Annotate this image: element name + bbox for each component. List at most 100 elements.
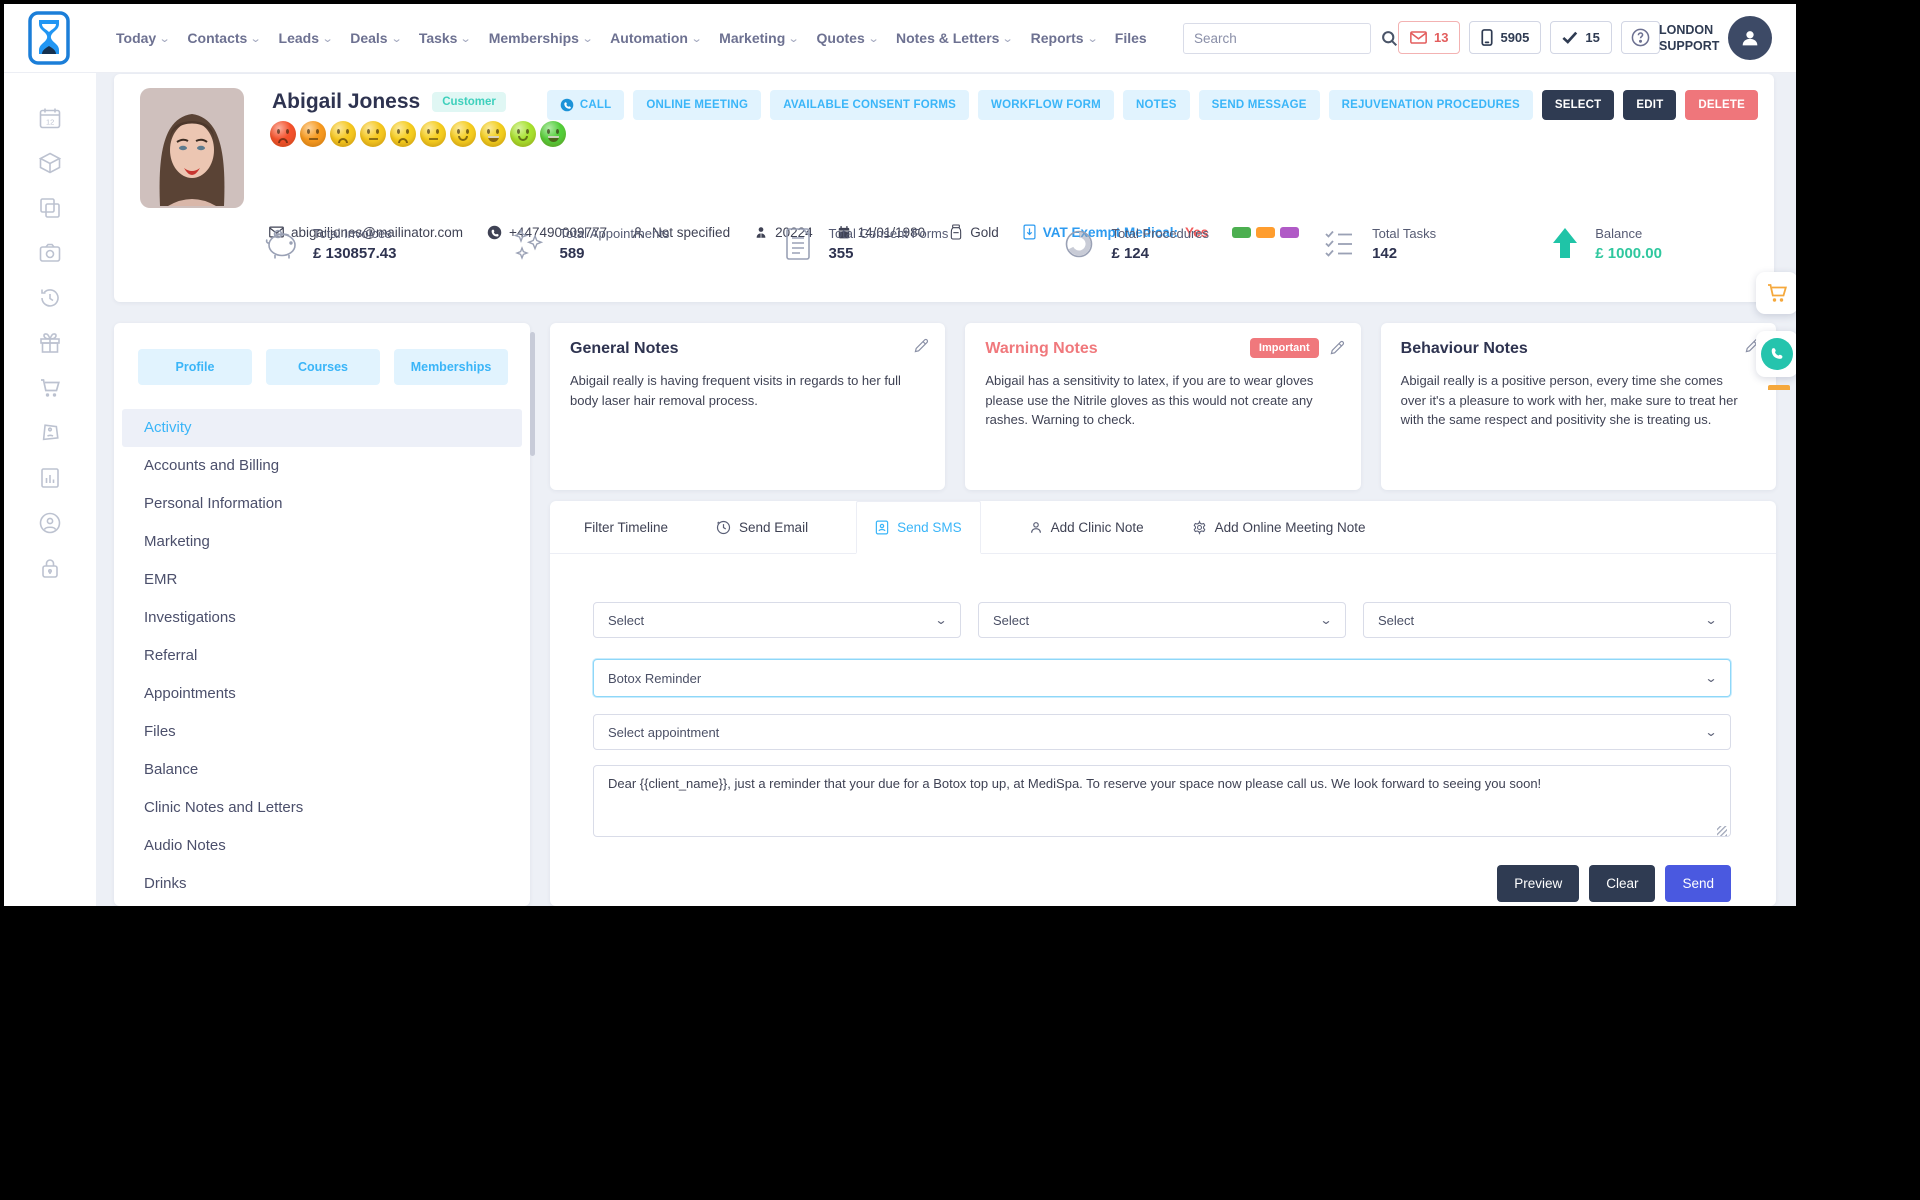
rating-emoji-icon[interactable] (510, 121, 536, 147)
rating-emoji-icon[interactable] (420, 121, 446, 147)
edit-button[interactable]: EDIT (1623, 90, 1676, 120)
menu-item[interactable]: Notes & Letters ⌄ (896, 30, 1013, 46)
select-dropdown[interactable]: Select ⌄ (593, 602, 961, 638)
menu-item[interactable]: Contacts ⌄ (187, 30, 260, 46)
products-cube-icon[interactable] (38, 151, 62, 175)
user-avatar[interactable] (1728, 16, 1772, 60)
profile-section-item[interactable]: Personal Information (122, 485, 522, 523)
menu-item[interactable]: Today ⌄ (116, 30, 169, 46)
panel-tab[interactable]: Memberships (394, 349, 508, 385)
chevron-down-icon: ⌄ (582, 32, 594, 45)
report-chart-icon[interactable] (38, 466, 62, 490)
sms-template-dropdown[interactable]: Botox Reminder ⌄ (593, 659, 1731, 697)
profile-section-item[interactable]: Activity (122, 409, 522, 447)
general-notes-body: Abigail really is having frequent visits… (570, 371, 925, 410)
action-button[interactable]: AVAILABLE CONSENT FORMS (770, 90, 969, 120)
select-dropdown[interactable]: Select ⌄ (1363, 602, 1731, 638)
account-menu[interactable]: LONDON SUPPORT (1659, 16, 1772, 60)
help-button[interactable] (1621, 21, 1660, 54)
phone-badge[interactable]: 5905 (1469, 21, 1541, 54)
profile-section-item[interactable]: Investigations (122, 599, 522, 637)
menu-item[interactable]: Automation ⌄ (610, 30, 701, 46)
cart-icon[interactable] (38, 376, 62, 400)
tab-send-sms[interactable]: Send SMS (856, 501, 981, 554)
search-icon[interactable] (1381, 24, 1398, 53)
menu-item[interactable]: Files ⌄ (1115, 30, 1147, 46)
floating-widget-partial[interactable] (1768, 385, 1790, 390)
chevron-down-icon: ⌄ (691, 32, 703, 45)
profile-section-item[interactable]: Clinic Notes and Letters (122, 789, 522, 827)
sms-message-textarea[interactable]: Dear {{client_name}}, just a reminder th… (593, 765, 1731, 837)
tab-filter-timeline[interactable]: Filter Timeline (584, 501, 668, 553)
action-button[interactable]: REJUVENATION PROCEDURES (1329, 90, 1533, 120)
app-logo-hourglass-icon[interactable] (28, 11, 70, 65)
action-button[interactable]: SEND MESSAGE (1199, 90, 1320, 120)
client-stats-row: Total Invoices£ 130857.43 Total Appointm… (262, 226, 1662, 262)
menu-item[interactable]: Marketing ⌄ (719, 30, 798, 46)
call-button[interactable]: CALL (547, 90, 624, 120)
tab-add-clinic-note[interactable]: Add Clinic Note (1029, 501, 1144, 553)
menu-item[interactable]: Memberships ⌄ (489, 30, 592, 46)
profile-section-item[interactable]: Audio Notes (122, 827, 522, 865)
rating-emoji-icon[interactable] (480, 121, 506, 147)
profile-panel-tabs: Profile Courses Memberships (114, 323, 530, 385)
profile-section-item[interactable]: Marketing (122, 523, 522, 561)
menu-item[interactable]: Tasks ⌄ (419, 30, 471, 46)
rating-emoji-icon[interactable] (330, 121, 356, 147)
panel-tab[interactable]: Profile (138, 349, 252, 385)
copy-layers-icon[interactable] (38, 196, 62, 220)
floating-cart-button[interactable] (1756, 272, 1796, 314)
select-button[interactable]: SELECT (1542, 90, 1615, 120)
rating-emoji-icon[interactable] (390, 121, 416, 147)
panel-scrollbar[interactable] (530, 332, 535, 456)
profile-section-item[interactable]: EMR (122, 561, 522, 599)
rating-emoji-icon[interactable] (450, 121, 476, 147)
action-button[interactable]: NOTES (1123, 90, 1190, 120)
lock-icon[interactable] (38, 556, 62, 580)
rating-emoji-icon[interactable] (360, 121, 386, 147)
photos-icon[interactable] (38, 241, 62, 265)
preview-button[interactable]: Preview (1497, 865, 1579, 902)
send-button[interactable]: Send (1665, 865, 1731, 902)
menu-item[interactable]: Deals ⌄ (350, 30, 401, 46)
action-button[interactable]: ONLINE MEETING (633, 90, 761, 120)
checkmark-icon (1562, 31, 1578, 44)
menu-item[interactable]: Quotes ⌄ (817, 30, 878, 46)
support-user-icon[interactable] (38, 511, 62, 535)
select-dropdown[interactable]: Select ⌄ (978, 602, 1346, 638)
search-input[interactable] (1184, 31, 1381, 46)
history-icon[interactable] (38, 286, 62, 310)
app-window: Today ⌄ Contacts ⌄ Leads ⌄ Deals ⌄ (4, 4, 1796, 906)
messages-badge[interactable]: 13 (1398, 21, 1460, 54)
floating-whatsapp-button[interactable] (1756, 331, 1796, 377)
rating-emoji-icon[interactable] (300, 121, 326, 147)
profile-section-item[interactable]: Referral (122, 637, 522, 675)
chevron-down-icon: ⌄ (322, 32, 334, 45)
stat-balance: Balance£ 1000.00 (1548, 226, 1662, 262)
profile-section-item[interactable]: Balance (122, 751, 522, 789)
chevron-down-icon: ⌄ (460, 32, 472, 45)
action-button[interactable]: WORKFLOW FORM (978, 90, 1114, 120)
rating-emoji-icon[interactable] (270, 121, 296, 147)
client-photo[interactable] (140, 88, 244, 208)
gift-icon[interactable] (38, 331, 62, 355)
menu-item[interactable]: Leads ⌄ (279, 30, 333, 46)
tab-send-email[interactable]: Send Email (716, 501, 808, 553)
tab-add-online-meeting-note[interactable]: Add Online Meeting Note (1192, 501, 1366, 553)
profile-section-item[interactable]: Accounts and Billing (122, 447, 522, 485)
rating-emoji-icon[interactable] (540, 121, 566, 147)
tasks-badge[interactable]: 15 (1550, 21, 1611, 54)
appointment-dropdown[interactable]: Select appointment ⌄ (593, 714, 1731, 750)
clear-button[interactable]: Clear (1589, 865, 1655, 902)
price-tag-icon[interactable] (38, 421, 62, 445)
menu-item[interactable]: Reports ⌄ (1031, 30, 1097, 46)
edit-pencil-icon[interactable] (1329, 340, 1345, 356)
delete-button[interactable]: DELETE (1685, 90, 1758, 120)
profile-section-item[interactable]: Appointments (122, 675, 522, 713)
panel-tab[interactable]: Courses (266, 349, 380, 385)
profile-section-item[interactable]: Files (122, 713, 522, 751)
svg-text:12: 12 (46, 118, 54, 127)
profile-section-item[interactable]: Drinks (122, 865, 522, 903)
edit-pencil-icon[interactable] (913, 338, 929, 354)
calendar-icon[interactable]: 12 (38, 106, 62, 130)
